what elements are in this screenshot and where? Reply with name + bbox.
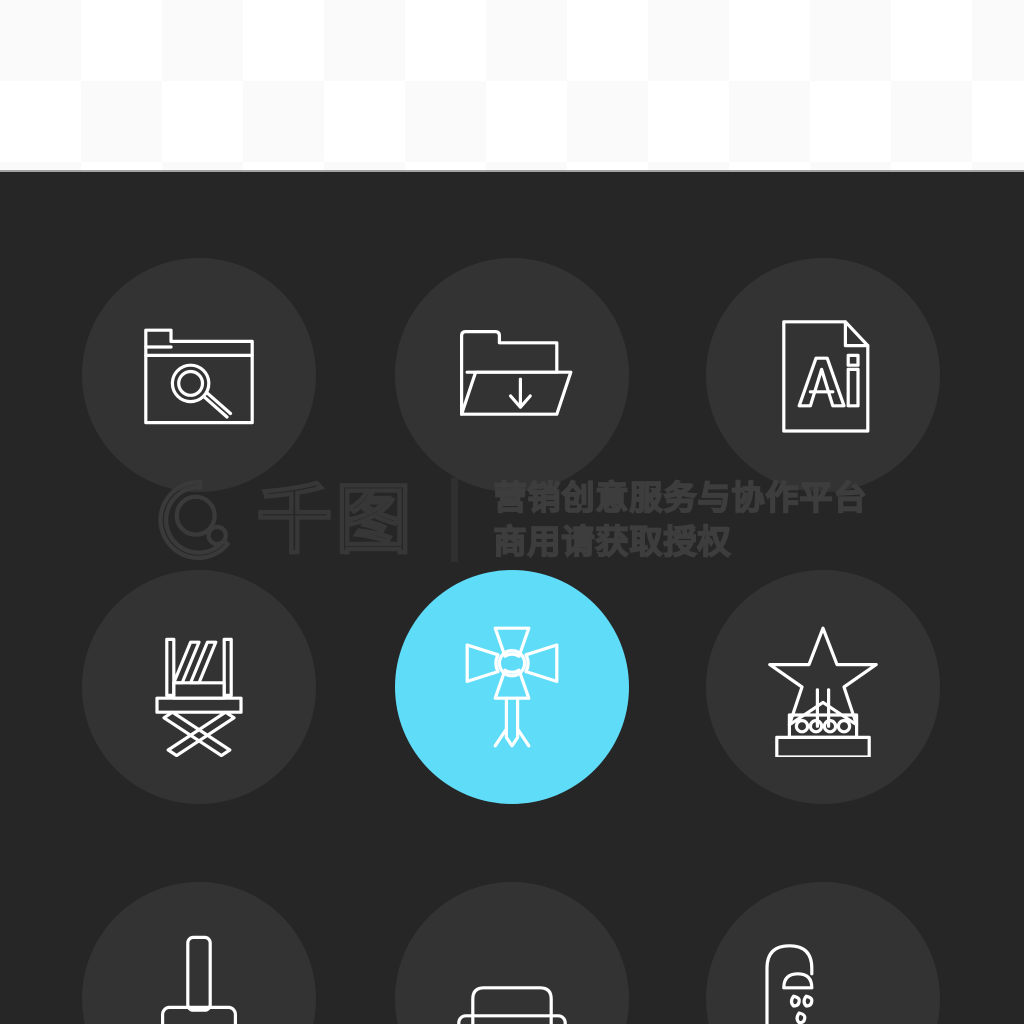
shower-tub-icon [753, 929, 893, 1024]
watermark-line-2: 商用请获取授权 [493, 522, 732, 561]
broom-icon [129, 929, 269, 1024]
icon-tile-scrub-brush[interactable] [395, 882, 629, 1024]
scrub-brush-icon [442, 929, 582, 1024]
cross-ornament-icon [442, 617, 582, 757]
screenshot-canvas: 千图 营销创意服务与协作平台 商用请获取授权 [0, 0, 1024, 1024]
transparency-checkerboard [0, 0, 1024, 172]
icon-sheet: 千图 营销创意服务与协作平台 商用请获取授权 [0, 172, 1024, 1024]
watermark-brand-text: 千图 [256, 475, 415, 564]
icon-tile-folder-search[interactable] [82, 258, 316, 492]
icon-tile-shower-tub[interactable] [706, 882, 940, 1024]
ai-file-icon [753, 305, 893, 445]
icon-tile-broom[interactable] [82, 882, 316, 1024]
icon-tile-cross-ornament[interactable] [395, 570, 629, 804]
icon-tile-folder-download[interactable] [395, 258, 629, 492]
icon-tile-director-chair[interactable] [82, 570, 316, 804]
icon-tile-ai-file[interactable] [706, 258, 940, 492]
folder-search-icon [129, 305, 269, 445]
director-chair-icon [129, 617, 269, 757]
icon-tile-star-trophy[interactable] [706, 570, 940, 804]
star-trophy-icon [753, 617, 893, 757]
folder-download-icon [442, 305, 582, 445]
